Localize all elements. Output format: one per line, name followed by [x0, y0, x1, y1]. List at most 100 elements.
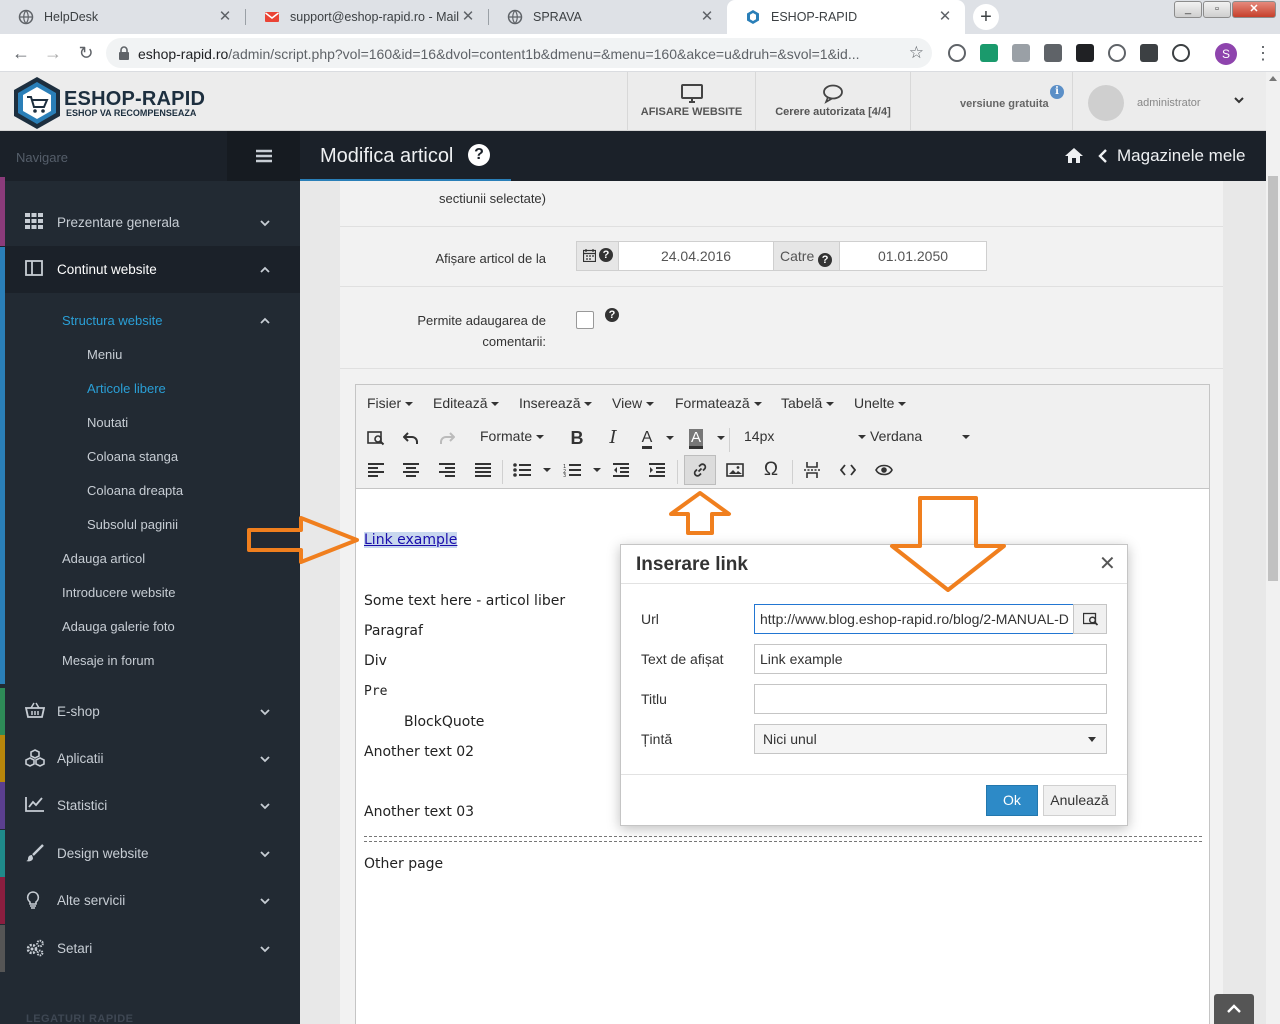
page-break-icon[interactable] — [798, 457, 826, 483]
redo-icon[interactable] — [433, 425, 461, 451]
back-to-top-button[interactable] — [1214, 994, 1254, 1024]
close-icon[interactable]: ✕ — [937, 9, 953, 25]
sidebar-item-structure[interactable]: Structura website — [0, 303, 300, 337]
extension-icon[interactable] — [1140, 44, 1158, 62]
align-left-icon[interactable] — [362, 457, 390, 483]
close-icon[interactable]: ✕ — [460, 9, 476, 25]
date-to-input[interactable]: 01.01.2050 — [840, 242, 986, 270]
italic-icon[interactable]: I — [599, 425, 627, 451]
background-color-caret[interactable] — [717, 436, 725, 440]
background-color-icon[interactable]: A — [682, 425, 710, 451]
home-icon[interactable] — [1064, 147, 1084, 164]
font-family-dropdown[interactable]: Verdana — [870, 428, 971, 444]
sidebar-item-menu[interactable]: Meniu — [0, 337, 300, 371]
profile-avatar[interactable]: S — [1215, 43, 1237, 65]
tab-sprava[interactable]: SPRAVA ✕ — [489, 0, 727, 34]
numbered-list-caret[interactable] — [593, 468, 601, 472]
extension-icon[interactable] — [1172, 44, 1190, 62]
sidebar-item-news[interactable]: Noutati — [0, 405, 300, 439]
minimize-button[interactable]: _ — [1174, 1, 1202, 18]
sidebar-item-partial[interactable] — [0, 177, 300, 201]
reload-icon[interactable]: ↻ — [75, 42, 97, 64]
help-icon[interactable]: ? — [605, 308, 619, 322]
title-input[interactable] — [754, 684, 1107, 714]
indent-icon[interactable] — [643, 457, 671, 483]
align-justify-icon[interactable] — [469, 457, 497, 483]
sidebar-item-apps[interactable]: Aplicatii — [0, 735, 300, 782]
forward-arrow-icon[interactable]: → — [42, 42, 64, 64]
menu-insert[interactable]: Inserează — [519, 395, 593, 411]
user-name[interactable]: administrator — [1137, 97, 1201, 109]
image-icon[interactable] — [721, 457, 749, 483]
sidebar-item-stats[interactable]: Statistici — [0, 782, 300, 829]
close-icon[interactable]: ✕ — [699, 9, 715, 25]
extension-icon[interactable] — [1076, 44, 1094, 62]
sidebar-item-settings[interactable]: Setari — [0, 925, 300, 972]
close-icon[interactable]: ✕ — [217, 9, 233, 25]
help-icon[interactable]: ? — [599, 248, 613, 262]
menu-format[interactable]: Formatează — [675, 395, 762, 411]
authorization-button[interactable]: Cerere autorizata [4/4] — [755, 72, 911, 131]
display-text-input[interactable]: Link example — [754, 644, 1107, 674]
user-avatar[interactable] — [1088, 85, 1124, 121]
scroll-up-arrow-icon[interactable] — [1269, 76, 1277, 81]
sidebar-item-free-articles[interactable]: Articole libere — [0, 371, 300, 405]
menu-edit[interactable]: Editează — [433, 395, 500, 411]
back-arrow-icon[interactable]: ← — [10, 42, 32, 64]
bullet-list-caret[interactable] — [543, 468, 551, 472]
extension-icon[interactable] — [948, 44, 966, 62]
insert-link-button[interactable] — [684, 455, 716, 485]
address-bar[interactable]: eshop-rapid.ro/admin/script.php?vol=160&… — [106, 38, 932, 68]
sidebar-item-add-gallery[interactable]: Adauga galerie foto — [0, 609, 300, 643]
sidebar-item-forum-messages[interactable]: Mesaje in forum — [0, 643, 300, 677]
menu-file[interactable]: Fisier — [367, 395, 414, 411]
extension-icon[interactable] — [1044, 44, 1062, 62]
sidebar-item-intro-website[interactable]: Introducere website — [0, 575, 300, 609]
link-example-text[interactable]: Link example — [364, 532, 458, 548]
page-scrollbar[interactable] — [1266, 72, 1280, 1024]
cancel-button[interactable]: Anulează — [1043, 785, 1116, 816]
menu-table[interactable]: Tabelă — [781, 395, 835, 411]
special-character-icon[interactable]: Ω — [757, 457, 785, 483]
editor-link[interactable]: Link example — [364, 532, 458, 548]
browse-button[interactable] — [1073, 604, 1107, 634]
bookmark-star-icon[interactable]: ☆ — [909, 43, 924, 63]
align-center-icon[interactable] — [397, 457, 425, 483]
outdent-icon[interactable] — [607, 457, 635, 483]
chevron-down-icon[interactable] — [1233, 94, 1245, 106]
bold-icon[interactable]: B — [563, 425, 591, 451]
preview-icon[interactable] — [362, 425, 390, 451]
sidebar-item-other-services[interactable]: Alte servicii — [0, 877, 300, 924]
calendar-icon[interactable] — [583, 249, 596, 262]
ok-button[interactable]: Ok — [986, 785, 1038, 816]
undo-icon[interactable] — [397, 425, 425, 451]
preview-eye-icon[interactable] — [870, 457, 898, 483]
scrollbar-thumb[interactable] — [1268, 176, 1278, 581]
sidebar-item-right-column[interactable]: Coloana dreapta — [0, 473, 300, 507]
target-select[interactable]: Nici unul — [754, 724, 1107, 754]
new-tab-button[interactable]: + — [973, 4, 999, 30]
extension-icon[interactable] — [1108, 44, 1126, 62]
date-from-input[interactable]: 24.04.2016 — [619, 242, 774, 270]
view-website-button[interactable]: AFISARE WEBSITE — [627, 72, 755, 131]
align-right-icon[interactable] — [433, 457, 461, 483]
numbered-list-icon[interactable]: 123 — [558, 457, 586, 483]
menu-view[interactable]: View — [612, 395, 655, 411]
source-code-icon[interactable] — [834, 457, 862, 483]
close-icon[interactable]: ✕ — [1099, 554, 1116, 574]
text-color-icon[interactable]: A — [633, 425, 661, 451]
window-close-button[interactable]: ✕ — [1232, 1, 1276, 18]
allow-comments-checkbox[interactable] — [576, 311, 594, 329]
formats-dropdown[interactable]: Formate — [480, 428, 545, 444]
hamburger-menu-button[interactable] — [227, 131, 300, 181]
tab-eshop-rapid[interactable]: ESHOP-RAPID ✕ — [727, 0, 965, 34]
extension-icon[interactable] — [980, 44, 998, 62]
url-input[interactable]: http://www.blog.eshop-rapid.ro/blog/2-MA… — [754, 604, 1074, 634]
sidebar-item-content[interactable]: Continut website — [0, 246, 300, 293]
tab-mail[interactable]: support@eshop-rapid.ro - Mail - ✕ — [246, 0, 488, 34]
bullet-list-icon[interactable] — [508, 457, 536, 483]
sidebar-item-left-column[interactable]: Coloana stanga — [0, 439, 300, 473]
sidebar-item-overview[interactable]: Prezentare generala — [0, 199, 300, 246]
sidebar-item-eshop[interactable]: E-shop — [0, 688, 300, 735]
menu-tools[interactable]: Unelte — [854, 395, 907, 411]
